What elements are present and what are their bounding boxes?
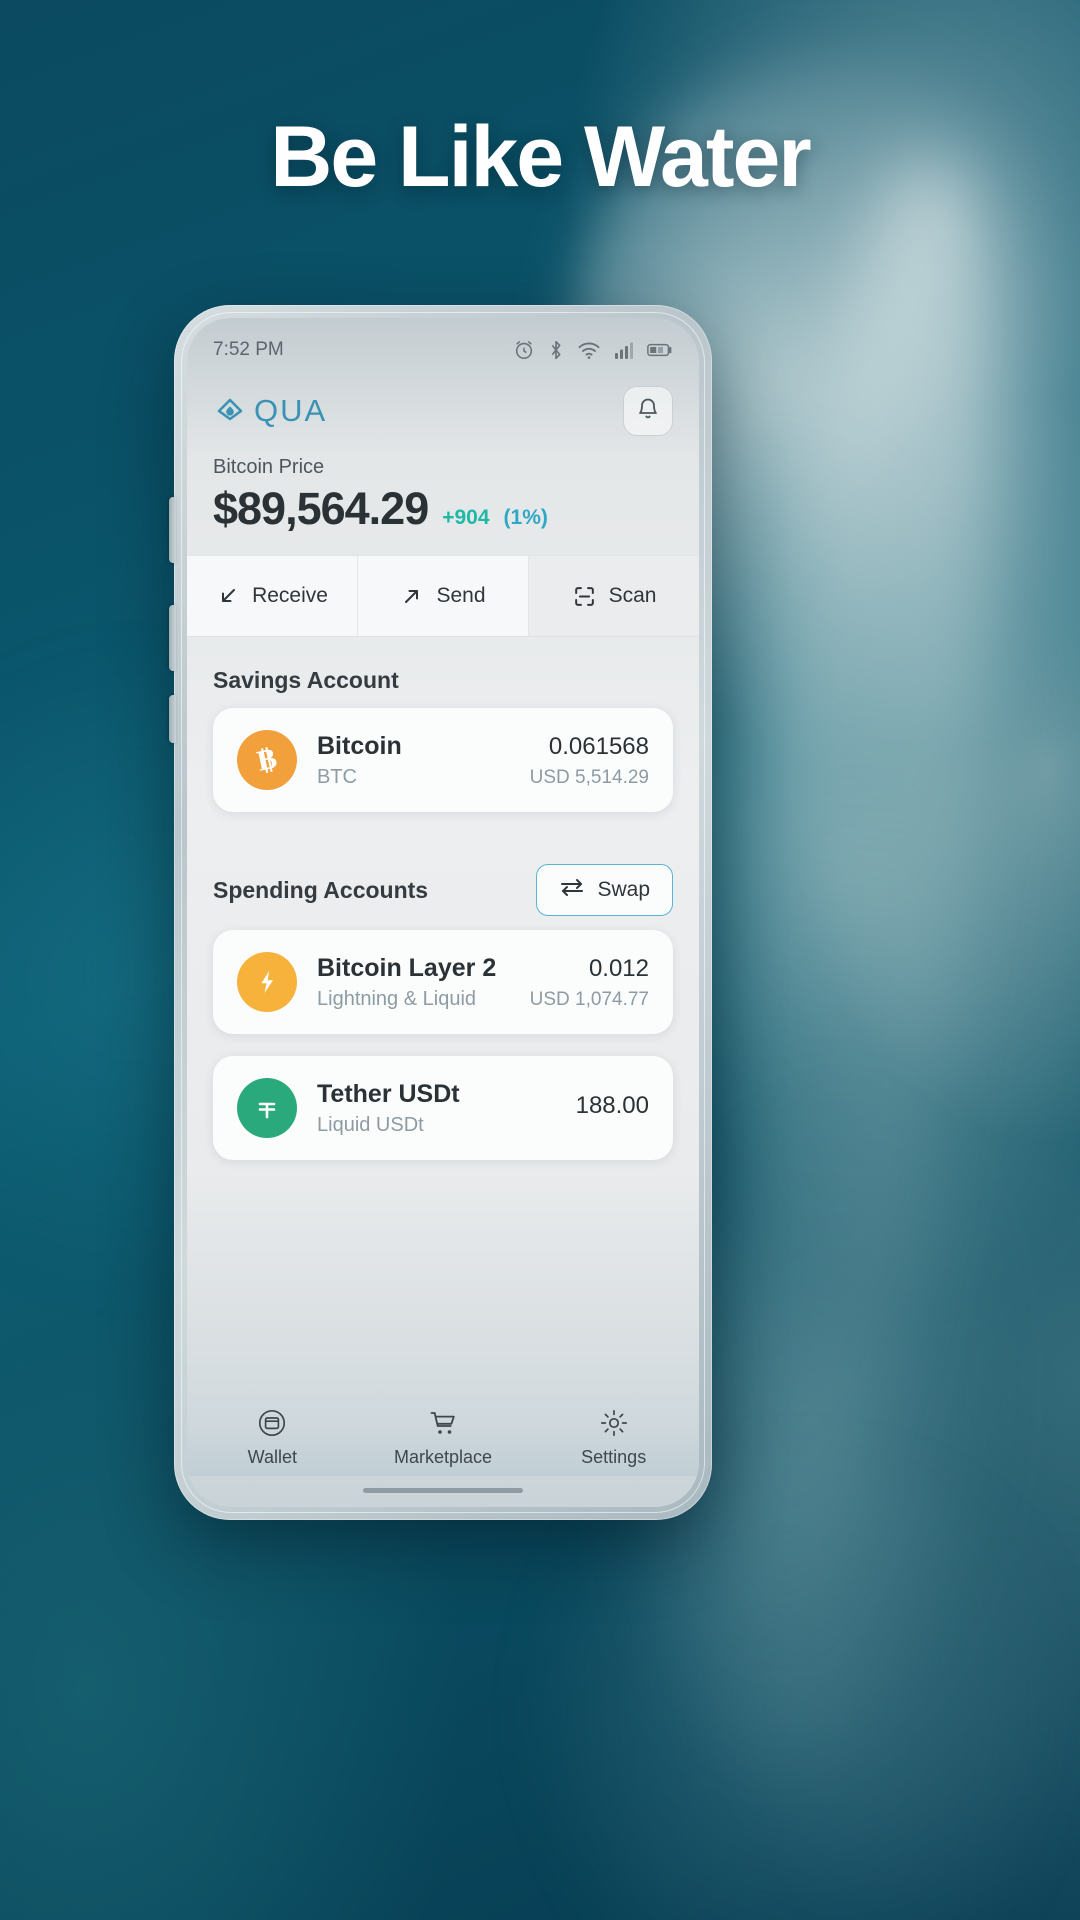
power-button[interactable] xyxy=(169,695,176,743)
bluetooth-icon xyxy=(548,339,564,361)
account-name: Bitcoin xyxy=(317,732,402,761)
water-drop-icon xyxy=(213,392,247,431)
phone-mockup: 7:52 PM QUA Bitcoin Price $89,564.29 +90… xyxy=(169,305,712,1520)
account-amount: 0.012 xyxy=(588,954,649,982)
send-button[interactable]: Send xyxy=(358,556,529,636)
spending-section-header: Spending Accounts Swap xyxy=(213,834,673,930)
account-balance: 0.061568 USD 5,514.29 xyxy=(530,732,649,789)
bell-icon xyxy=(636,397,660,426)
notification-button[interactable] xyxy=(623,386,673,436)
account-info: Tether USDt Liquid USDt xyxy=(317,1079,576,1136)
volume-down-button[interactable] xyxy=(169,605,176,671)
aqua-logo[interactable]: QUA xyxy=(213,392,327,431)
account-card-bitcoin-layer2[interactable]: Bitcoin Layer 2 Lightning & Liquid 0.012… xyxy=(213,930,673,1034)
wifi-icon xyxy=(577,340,601,360)
account-ticker: Liquid USDt xyxy=(317,1113,424,1136)
alarm-icon xyxy=(513,339,535,361)
phone-screen: 7:52 PM QUA Bitcoin Price $89,564.29 +90… xyxy=(187,318,699,1507)
spending-title: Spending Accounts xyxy=(213,876,429,903)
signal-icon xyxy=(614,340,634,360)
savings-section-header: Savings Account xyxy=(213,637,673,708)
nav-label: Settings xyxy=(581,1447,647,1467)
bottom-navigation: Wallet Marketplace Settings xyxy=(187,1386,699,1476)
price-row: $89,564.29 +904 (1%) xyxy=(213,483,673,535)
account-amount: 188.00 xyxy=(575,1091,649,1119)
scan-button[interactable]: Scan xyxy=(529,556,699,636)
account-name: Bitcoin Layer 2 xyxy=(317,954,497,983)
account-info: Bitcoin Layer 2 Lightning & Liquid xyxy=(317,953,530,1010)
account-balance: 188.00 xyxy=(576,1091,649,1126)
nav-label: Marketplace xyxy=(393,1447,493,1467)
gear-icon xyxy=(599,1408,629,1438)
battery-icon xyxy=(647,341,673,359)
aqua-logo-text: QUA xyxy=(254,393,328,428)
price-change-percent: (1%) xyxy=(503,506,548,529)
arrow-down-left-icon xyxy=(216,584,240,608)
scan-label: Scan xyxy=(608,584,657,607)
volume-up-button[interactable] xyxy=(169,497,176,563)
nav-item-wallet[interactable]: Wallet xyxy=(187,1408,358,1468)
price-label: Bitcoin Price xyxy=(213,456,325,478)
status-bar: 7:52 PM xyxy=(187,318,699,374)
quick-action-row: Receive Send Scan xyxy=(187,555,699,637)
page-title: Be Like Water xyxy=(270,109,812,205)
price-change: +904 xyxy=(442,506,490,529)
app-header: QUA xyxy=(187,374,699,440)
home-indicator[interactable] xyxy=(363,1488,523,1493)
tether-drop-icon xyxy=(237,1078,297,1138)
savings-title: Savings Account xyxy=(213,667,399,693)
swap-label: Swap xyxy=(597,878,650,901)
qr-scan-icon xyxy=(572,584,597,609)
receive-button[interactable]: Receive xyxy=(187,556,358,636)
account-ticker: Lightning & Liquid xyxy=(317,987,477,1010)
account-name: Tether USDt xyxy=(317,1080,460,1109)
price-value: $89,564.29 xyxy=(213,483,429,534)
bitcoin-icon: B xyxy=(237,730,297,790)
account-amount: 0.061568 xyxy=(548,732,649,760)
account-info: Bitcoin BTC xyxy=(317,731,530,788)
send-label: Send xyxy=(436,584,486,607)
account-ticker: BTC xyxy=(317,765,357,788)
receive-label: Receive xyxy=(252,584,328,607)
cart-icon xyxy=(428,1408,458,1438)
account-balance: 0.012 USD 1,074.77 xyxy=(530,954,649,1011)
swap-button[interactable]: Swap xyxy=(536,864,673,916)
lightning-drop-icon xyxy=(237,952,297,1012)
wave-crest-streak xyxy=(662,142,1048,1658)
account-card-tether-usdt[interactable]: Tether USDt Liquid USDt 188.00 xyxy=(213,1056,673,1160)
nav-label: Wallet xyxy=(247,1447,297,1467)
status-icon-group xyxy=(513,339,673,361)
swap-arrows-icon xyxy=(559,876,585,904)
accounts-scroll-area[interactable]: Savings Account B Bitcoin BTC 0.061568 U xyxy=(187,637,699,1386)
status-time: 7:52 PM xyxy=(213,339,284,360)
wallet-icon xyxy=(257,1408,287,1438)
account-card-bitcoin[interactable]: B Bitcoin BTC 0.061568 USD 5,514.29 xyxy=(213,708,673,812)
nav-item-settings[interactable]: Settings xyxy=(528,1408,699,1468)
account-usd-value: USD 1,074.77 xyxy=(529,988,649,1010)
arrow-up-right-icon xyxy=(400,584,424,608)
nav-item-marketplace[interactable]: Marketplace xyxy=(358,1408,529,1468)
account-usd-value: USD 5,514.29 xyxy=(529,766,649,788)
bitcoin-price-block: Bitcoin Price $89,564.29 +904 (1%) xyxy=(187,440,699,555)
